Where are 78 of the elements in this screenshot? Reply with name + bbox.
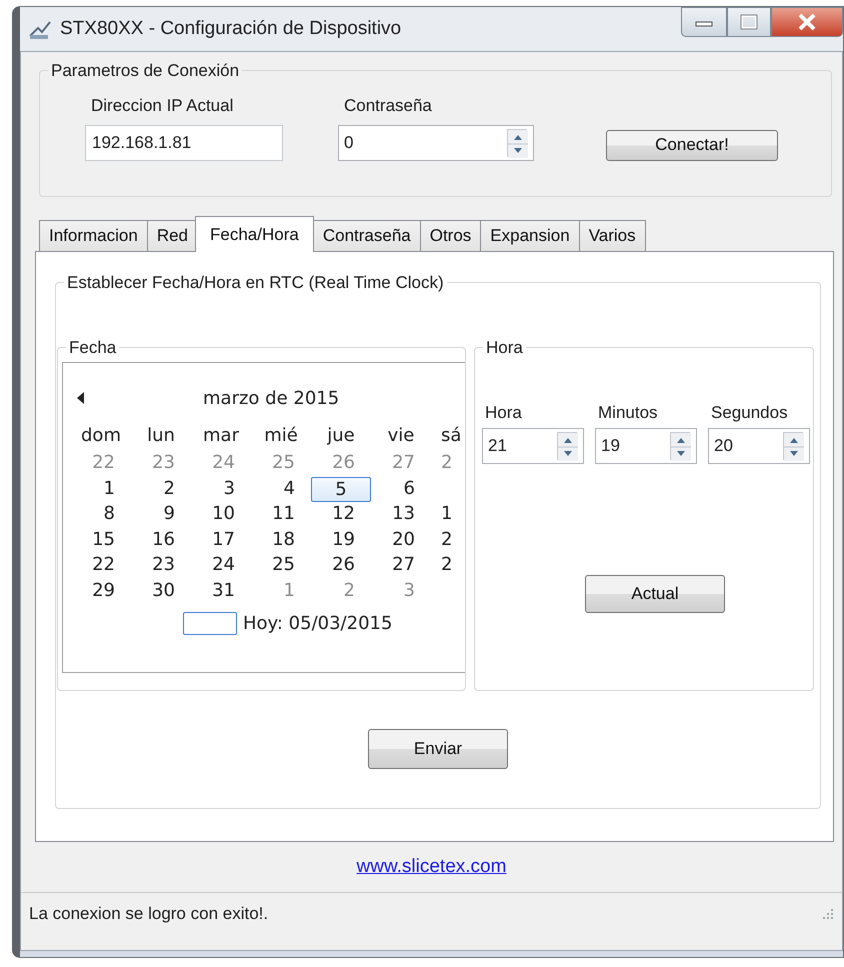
spinner-icon [784,432,804,460]
time-spin-field[interactable]: 19 [595,428,697,464]
time-spin-field[interactable]: 20 [708,428,810,464]
calendar-day[interactable]: 1 [71,476,131,502]
tab[interactable]: Varios [578,220,646,251]
close-button[interactable] [771,7,843,37]
spinner-icon [558,432,578,460]
previous-month-icon [77,392,85,404]
weekday-label: jue [326,424,356,448]
weekday-label: lun [146,424,176,448]
month-title: marzo de 2015 [203,386,340,410]
calendar-day[interactable]: 24 [191,553,251,578]
ip-address-field[interactable]: 192.168.1.81 [85,124,283,160]
calendar-day[interactable]: 17 [191,528,251,553]
weekday-label: dom [80,424,122,448]
tab[interactable]: Otros [420,220,482,251]
window-title: STX80XX - Configuración de Dispositivo [60,16,402,41]
weekday-label: mié [263,424,299,448]
calendar-day[interactable]: 29 [71,578,131,604]
time-spin-field[interactable]: 21 [482,428,584,464]
calendar-day[interactable]: 18 [251,528,311,553]
tab[interactable]: Informacion [39,220,148,251]
weekday-label: sá [440,424,462,448]
calendar-day[interactable]: 5 [311,476,371,502]
resize-grip-icon [820,906,834,920]
password-field[interactable]: 0 [338,124,534,160]
tab[interactable]: Contraseña [312,220,421,251]
calendar-day[interactable]: 2 [431,528,465,553]
maximize-icon [740,14,758,30]
tab[interactable]: Expansion [480,220,580,251]
send-button[interactable]: Enviar [368,729,508,769]
spinner-icon [508,130,528,158]
current-time-button[interactable]: Actual [585,574,725,612]
calendar-day[interactable]: 16 [131,528,191,553]
calendar-day[interactable]: 27 [371,553,431,578]
today-link[interactable]: Hoy: 05/03/2015 [243,610,392,637]
close-icon [797,13,817,31]
calendar-day[interactable]: 11 [251,502,311,528]
maximize-button[interactable] [727,7,771,37]
field-label: Segundos [711,402,789,424]
calendar-day[interactable]: 6 [371,476,431,502]
calendar-day[interactable]: 4 [251,476,311,502]
weekday-label: mar [202,424,240,448]
calendar-day[interactable]: 8 [71,502,131,528]
calendar-day[interactable]: 10 [191,502,251,528]
calendar-day[interactable]: 19 [311,528,371,553]
calendar-day[interactable]: 20 [371,528,431,553]
today-marker [183,612,237,635]
calendar-day[interactable]: 26 [311,553,371,578]
calendar-day[interactable]: 31 [191,578,251,604]
weekday-label: vie [386,424,416,448]
calendar-day[interactable]: 13 [371,502,431,528]
website-link[interactable]: www.slicetex.com [356,852,506,882]
calendar-day[interactable]: 3 [191,476,251,502]
group-title: Fecha [68,340,118,356]
calendar-day[interactable]: 25 [251,553,311,578]
calendar-day[interactable]: 22 [71,553,131,578]
calendar-day[interactable]: 2 [131,476,191,502]
group-title: Parametros de Conexión [50,62,240,79]
calendar-day[interactable]: 1 [431,502,465,528]
spinner-icon [671,432,691,460]
calendar-day[interactable]: 2 [431,553,465,578]
group-title: Hora [485,339,524,356]
calendar-day[interactable]: 12 [311,502,371,528]
field-label: Direccion IP Actual [91,95,234,117]
calendar-day[interactable]: 30 [131,578,191,604]
field-label: Minutos [598,402,659,424]
field-label: Hora [485,402,523,424]
calendar-day[interactable]: 15 [71,528,131,553]
tab[interactable]: Fecha/Hora [195,216,314,252]
calendar[interactable]: marzo de 2015 dom lun mar mié jue vie sá 22 23 24 25 26 27 2 1 2 3 4 5 6 8 9 10 11 12 13 1 15 16 17 18 19 20 2 22 23 24 25 26 27 2 29 30 31 1 2 3 Hoy: 05/03/2015 [62,362,465,673]
group-title: Establecer Fecha/Hora en RTC (Real Time Clock) [66,274,445,291]
field-label: Contraseña [344,95,433,117]
calendar-day[interactable]: 23 [131,553,191,578]
calendar-day[interactable]: 9 [131,502,191,528]
minimize-button[interactable] [681,7,727,37]
status-text: La conexion se logro con exito!. [29,902,268,925]
connect-button[interactable]: Conectar! [606,130,778,160]
